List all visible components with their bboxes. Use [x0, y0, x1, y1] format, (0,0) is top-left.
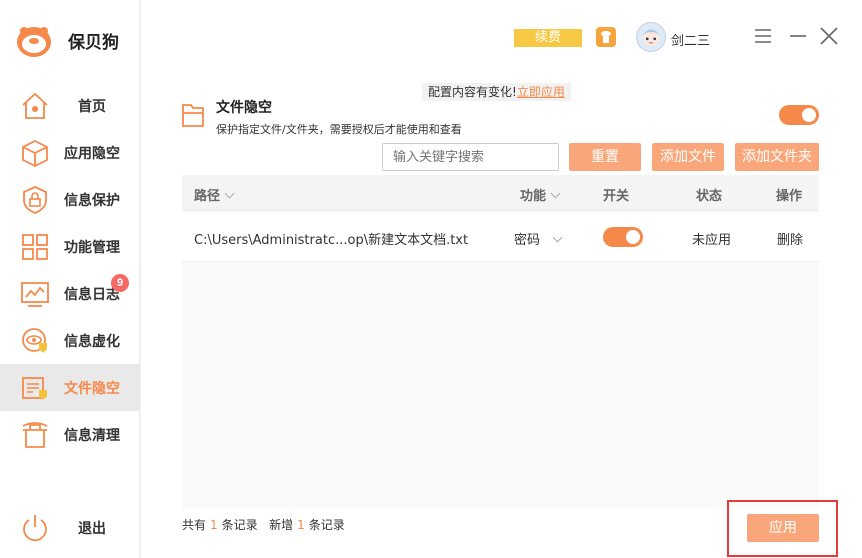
record-summary: 共有 1 条记录 新增 1 条记录 — [182, 516, 345, 533]
tshirt-icon[interactable] — [596, 27, 616, 47]
apply-button[interactable]: 应用 — [747, 514, 819, 542]
row-switch-toggle[interactable] — [603, 227, 643, 247]
sidebar-item-info-blur[interactable]: 信息虚化 — [0, 317, 140, 364]
app-name: 保贝狗 — [68, 32, 119, 53]
config-change-notice: 配置内容有变化!立即应用 — [422, 83, 571, 101]
sidebar-item-home[interactable]: 首页 — [0, 82, 140, 129]
power-icon — [23, 515, 47, 542]
file-table: 路径 功能 开关 状态 操作 C:\Users\Administratc...o… — [182, 175, 819, 508]
column-action: 操作 — [776, 189, 803, 204]
sidebar-item-label: 信息保护 — [64, 192, 120, 209]
dog-logo-icon — [17, 27, 51, 57]
sidebar-item-info-clean[interactable]: 信息清理 — [0, 411, 140, 458]
cube-icon — [22, 139, 48, 168]
sidebar-item-label: 文件隐空 — [64, 380, 120, 397]
renew-button[interactable]: 续费 — [514, 29, 582, 47]
sidebar-item-info-protect[interactable]: 信息保护 — [0, 176, 140, 223]
row-delete-link[interactable]: 删除 — [777, 229, 803, 248]
chevron-down-icon — [224, 188, 235, 199]
main-panel: 续费 剑二三 配置内容有变化!立即应用 文件隐空 保护指定文件/文件夹，需要授权… — [141, 0, 862, 558]
avatar[interactable] — [636, 22, 666, 52]
sidebar-nav: 首页 应用隐空 信息保护 功能管理 信息日志 9 信息虚化 文件隐空 信息清理 — [0, 82, 140, 458]
feature-title: 文件隐空 — [216, 100, 272, 116]
logout-button[interactable]: 退出 — [0, 503, 140, 550]
row-path: C:\Users\Administratc...op\新建文本文档.txt — [194, 233, 469, 248]
sidebar-item-label: 首页 — [78, 98, 106, 115]
notice-text: 配置内容有变化! — [428, 85, 517, 99]
sidebar-item-function-manage[interactable]: 功能管理 — [0, 223, 140, 270]
total-prefix: 共有 — [182, 518, 207, 532]
new-count: 1 — [297, 518, 305, 532]
total-suffix: 条记录 — [221, 518, 258, 532]
search-input[interactable] — [382, 143, 559, 171]
minimize-icon[interactable] — [788, 26, 808, 46]
sidebar-item-label: 信息清理 — [64, 427, 120, 444]
chart-monitor-icon — [21, 282, 49, 307]
add-file-button[interactable]: 添加文件 — [652, 143, 724, 171]
table-row: C:\Users\Administratc...op\新建文本文档.txt 密码… — [182, 212, 819, 262]
feature-toggle[interactable] — [779, 105, 819, 125]
new-suffix: 条记录 — [308, 518, 345, 532]
column-function[interactable]: 功能 — [520, 185, 561, 204]
notification-badge: 9 — [111, 274, 129, 292]
sidebar-item-info-log[interactable]: 信息日志 9 — [0, 270, 140, 317]
trash-bin-icon — [22, 422, 48, 448]
grid-icon — [22, 234, 48, 260]
sidebar-item-label: 信息虚化 — [64, 333, 120, 350]
feature-description: 保护指定文件/文件夹，需要授权后才能使用和查看 — [216, 123, 462, 136]
column-status: 状态 — [696, 189, 723, 204]
apply-now-link[interactable]: 立即应用 — [517, 85, 565, 99]
home-icon — [22, 92, 48, 119]
column-function-label: 功能 — [520, 189, 547, 204]
brand: 保贝狗 — [16, 22, 119, 58]
close-icon[interactable] — [819, 26, 839, 46]
chevron-down-icon — [552, 232, 563, 243]
column-path-label: 路径 — [194, 189, 221, 204]
sidebar-item-file-hide[interactable]: 文件隐空 — [0, 364, 140, 411]
table-header: 路径 功能 开关 状态 操作 — [182, 175, 819, 211]
sidebar-item-label: 应用隐空 — [64, 145, 120, 162]
chevron-down-icon — [550, 188, 561, 199]
row-function-value: 密码 — [514, 233, 541, 248]
sidebar-item-label: 功能管理 — [64, 239, 120, 256]
column-path[interactable]: 路径 — [194, 185, 235, 204]
file-shield-icon — [22, 377, 47, 400]
add-folder-button[interactable]: 添加文件夹 — [735, 143, 819, 171]
logout-label: 退出 — [78, 521, 106, 537]
reset-button[interactable]: 重置 — [569, 143, 641, 171]
shield-lock-icon — [23, 186, 47, 214]
column-switch: 开关 — [603, 189, 630, 204]
row-function-select[interactable]: 密码 — [514, 229, 563, 248]
eye-shield-icon — [22, 328, 47, 353]
username: 剑二三 — [671, 34, 711, 49]
total-count: 1 — [210, 518, 218, 532]
sidebar-item-app-hide[interactable]: 应用隐空 — [0, 129, 140, 176]
menu-icon[interactable] — [753, 26, 773, 46]
new-prefix: 新增 — [269, 518, 294, 532]
sidebar: 保贝狗 首页 应用隐空 信息保护 功能管理 信息日志 9 信息虚化 文件隐空 信… — [0, 0, 140, 558]
folder-icon — [182, 104, 204, 127]
row-status: 未应用 — [692, 233, 732, 248]
